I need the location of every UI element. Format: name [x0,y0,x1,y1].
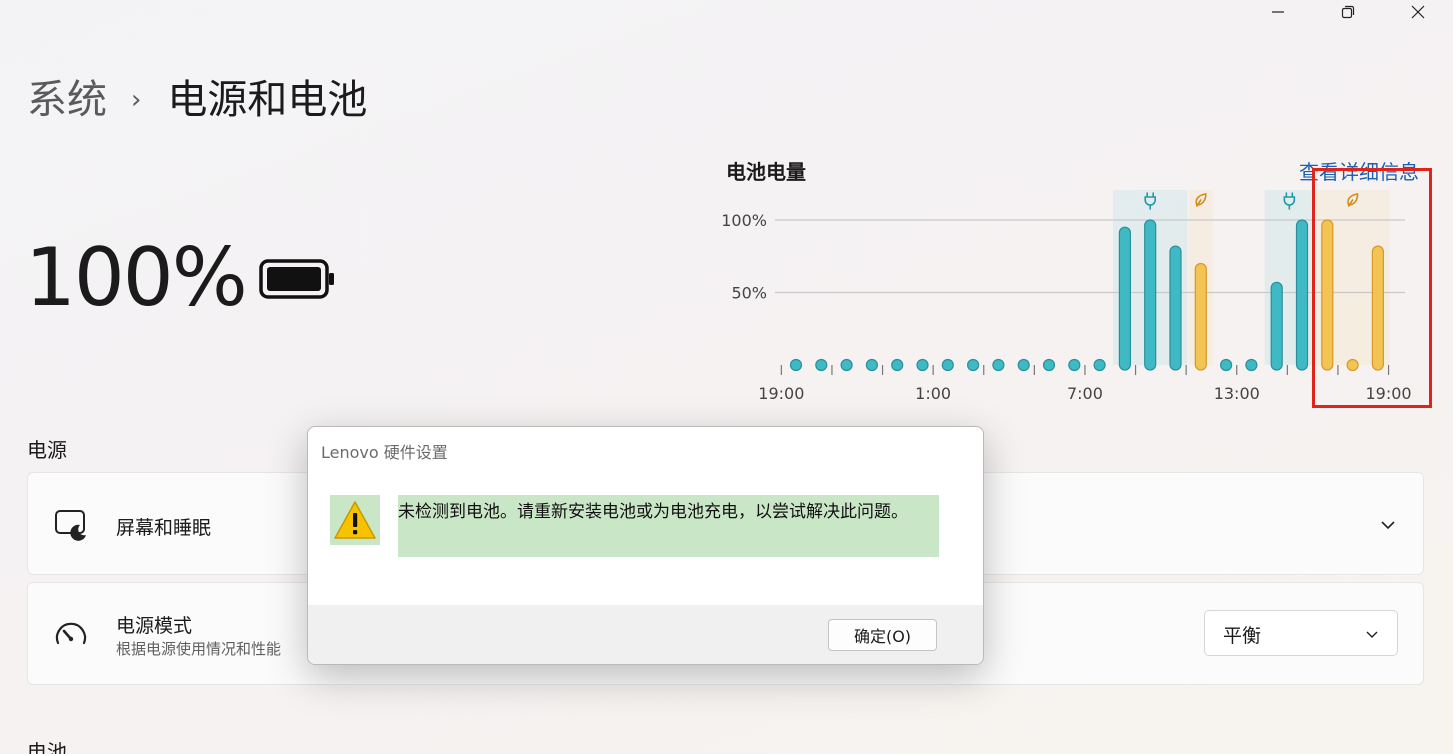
chart-point [840,358,853,372]
screen-sleep-icon [55,510,86,541]
dialog-message: 未检测到电池。请重新安装电池或为电池充电，以尝试解决此问题。 [398,502,908,522]
battery-icon [259,259,334,299]
warning-icon [330,495,380,545]
breadcrumb-separator: › [131,85,142,115]
chart-point [1093,358,1106,372]
minimize-icon [1272,11,1284,13]
chart-bar [1295,219,1309,371]
page-title: 电源和电池 [167,77,368,123]
chart-point [789,358,803,372]
chart-title: 电池电量 [726,160,806,184]
x-tick-label: 7:00 [1067,384,1103,403]
speedometer-icon [55,622,87,645]
chevron-down-icon[interactable] [1379,516,1397,534]
dialog-message-box: 未检测到电池。请重新安装电池或为电池充电，以尝试解决此问题。 [398,495,939,557]
x-tick-label: 19:00 [758,384,804,403]
battery-usage-chart: 100% 50% 19:00 1:00 7:00 13:00 19:00 [721,190,1412,403]
chart-point [1346,358,1359,372]
chart-point [891,358,904,372]
restore-button[interactable] [1313,0,1383,24]
lenovo-dialog: Lenovo 硬件设置 未检测到电池。请重新安装电池或为电池充电，以尝试解决此问… [307,426,984,665]
chart-point [1245,358,1258,372]
y-tick-label: 100% [721,211,767,230]
chart-point [967,358,980,372]
close-button[interactable] [1383,0,1453,24]
breadcrumb-parent[interactable]: 系统 [27,74,107,126]
battery-section-label: 电池 [27,740,67,754]
y-tick-label: 50% [731,284,767,303]
chart-bar [1270,281,1283,371]
view-details-link[interactable]: 查看详细信息 [1299,156,1419,185]
chart-bar [1321,219,1334,371]
screen-sleep-title: 屏幕和睡眠 [116,517,212,539]
chart-point [1017,358,1030,372]
window-controls [1243,0,1453,24]
breadcrumb: 系统 › 电源和电池 [27,74,367,126]
power-mode-subtitle: 根据电源使用情况和性能 [116,640,282,658]
power-section-label: 电源 [27,438,67,462]
battery-fill [267,267,321,291]
chart-point [1042,358,1056,372]
chart-point [1220,358,1233,372]
chart-bar [1144,219,1157,371]
ok-button[interactable]: 确定(O) [828,619,937,651]
chart-bar [1169,245,1182,371]
chart-bar [1194,262,1207,371]
power-mode-title: 电源模式 [116,615,193,637]
x-tick-label: 1:00 [915,384,951,403]
chart-point [992,358,1005,372]
dialog-title: Lenovo 硬件设置 [321,443,448,462]
dialog-footer: 确定(O) [308,605,983,664]
x-tick-label: 13:00 [1214,384,1260,403]
close-icon [1411,5,1425,19]
chart-point [815,358,828,372]
battery-percentage: 100% [25,231,248,324]
chart-bar [1118,226,1131,371]
chart-point [865,358,878,372]
chart-point [941,358,954,372]
chart-point [1068,358,1081,372]
chart-bar [1371,245,1385,371]
restore-icon [1341,5,1355,19]
chevron-down-icon [1366,631,1378,638]
chart-point [916,358,929,372]
minimize-button[interactable] [1243,0,1313,24]
power-mode-select[interactable]: 平衡 [1204,610,1398,656]
power-mode-value: 平衡 [1223,625,1262,647]
x-tick-label: 19:00 [1365,384,1411,403]
